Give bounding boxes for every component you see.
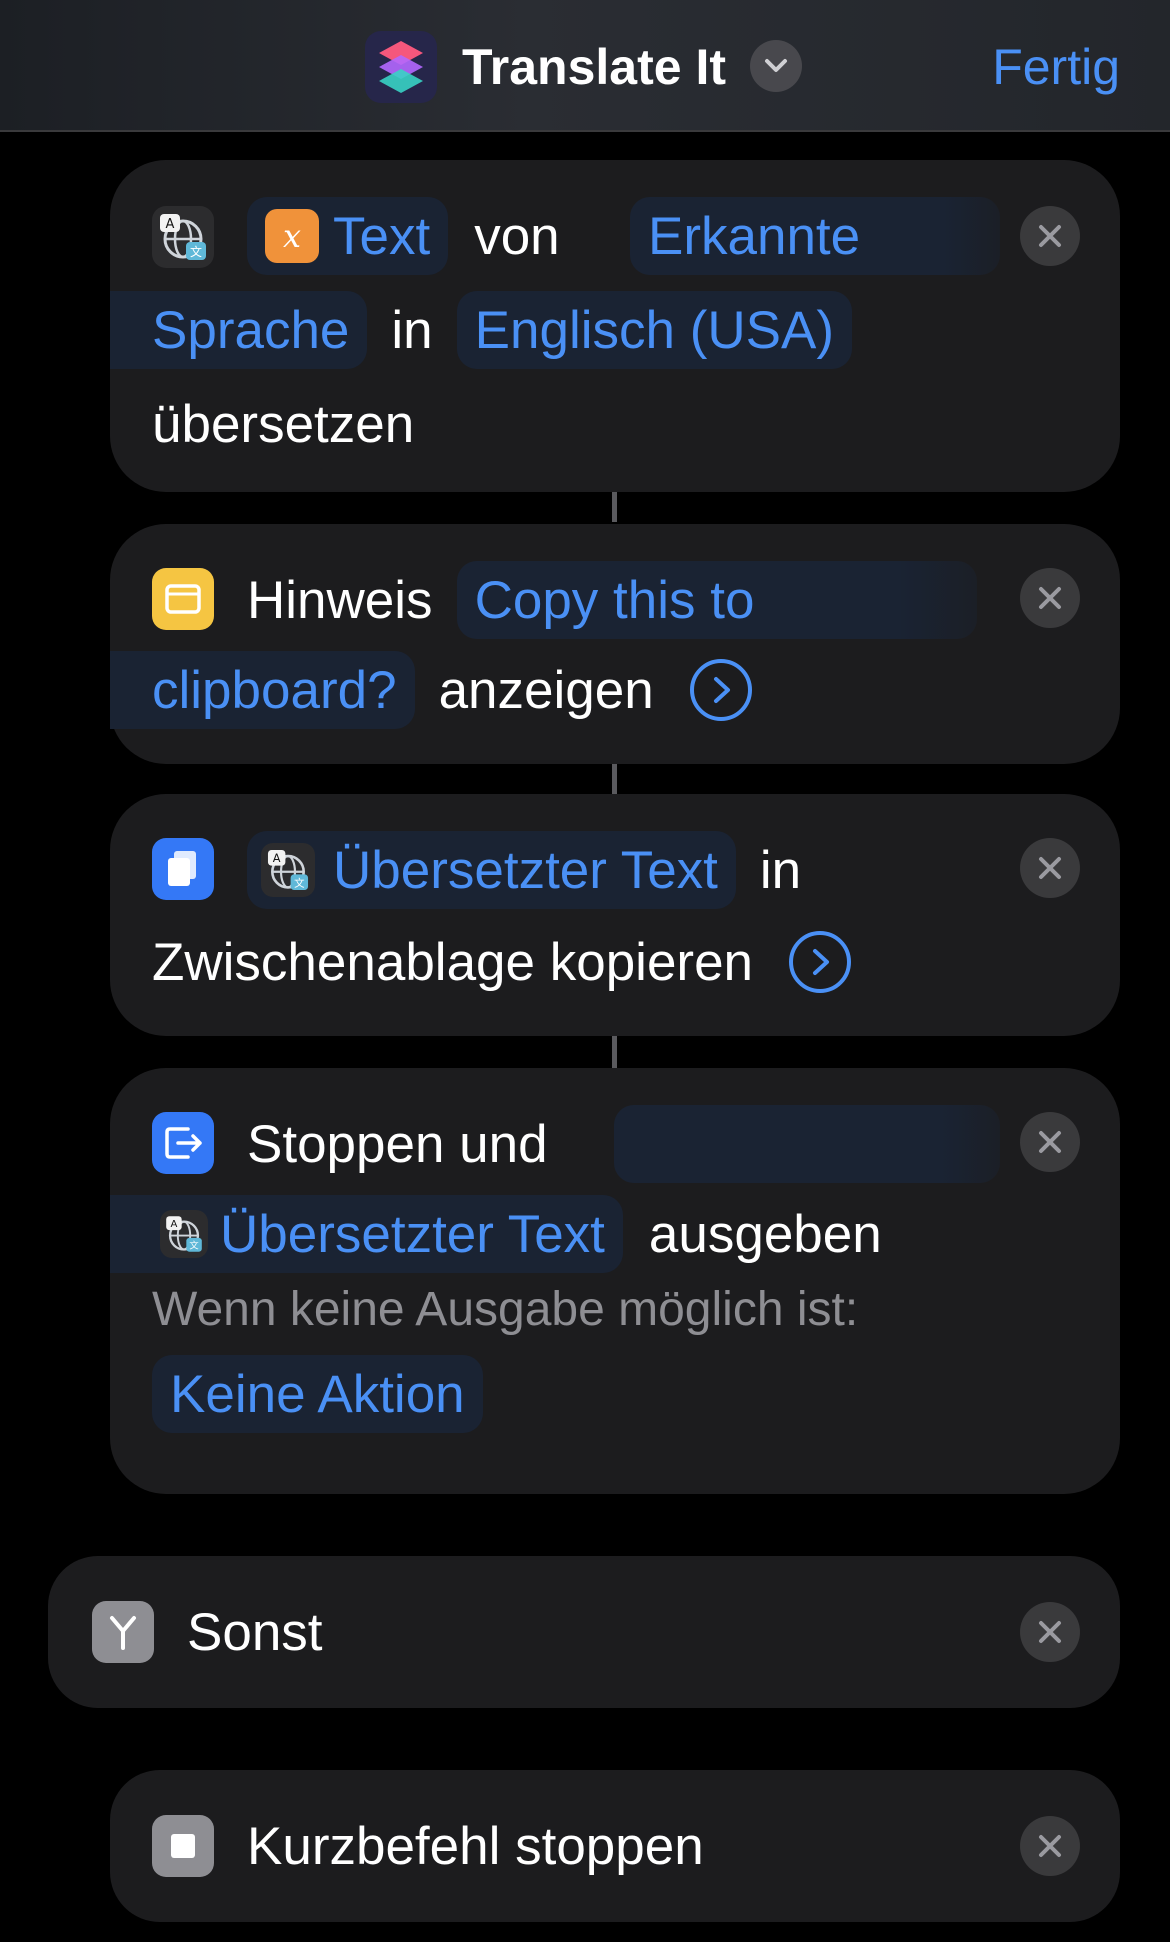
alert-icon <box>152 568 214 630</box>
output-label: ausgeben <box>648 1204 882 1264</box>
action-stop-and-output[interactable]: Stoppen und A 文 Übersetzter Text ausgebe… <box>110 1068 1120 1494</box>
svg-text:文: 文 <box>190 244 202 259</box>
expand-chevron-button[interactable] <box>789 931 852 993</box>
translated-text-token[interactable]: A 文 Übersetzter Text <box>247 831 736 909</box>
target-language-label: Englisch (USA) <box>474 300 835 360</box>
input-text-token[interactable]: x Text <box>247 197 449 275</box>
remove-action-button[interactable] <box>1020 1816 1080 1876</box>
hint-label: Hinweis <box>247 570 433 630</box>
alert-message-label-cont: clipboard? <box>152 660 397 720</box>
copy-to-clipboard-label: Zwischenablage kopieren <box>152 932 754 992</box>
source-language-token[interactable]: Erkannte <box>630 197 1000 275</box>
otherwise-block[interactable]: Sonst <box>48 1556 1120 1708</box>
fallback-action-label: Keine Aktion <box>170 1364 465 1424</box>
remove-action-button[interactable] <box>1020 838 1080 898</box>
action-translate-text[interactable]: A 文 x Text von Erkannte Sprache in Engli… <box>110 160 1120 492</box>
otherwise-label: Sonst <box>187 1602 323 1662</box>
svg-text:A: A <box>166 217 175 232</box>
alert-message-token-cont[interactable]: clipboard? <box>110 651 415 729</box>
in-label: in <box>391 300 433 360</box>
branch-icon <box>92 1601 154 1663</box>
variable-icon: x <box>265 209 319 263</box>
in-label: in <box>759 840 802 900</box>
connector-line <box>612 492 617 522</box>
translate-icon: A 文 <box>261 843 315 897</box>
alert-message-label: Copy this to <box>474 570 755 630</box>
output-icon <box>152 1112 214 1174</box>
clipboard-icon <box>152 838 214 900</box>
stop-icon <box>152 1815 214 1877</box>
fallback-label: Wenn keine Ausgabe möglich ist: <box>152 1282 859 1336</box>
stop-shortcut-label: Kurzbefehl stoppen <box>247 1816 704 1876</box>
chevron-down-icon[interactable] <box>750 40 802 92</box>
action-copy-to-clipboard[interactable]: A 文 Übersetzter Text in Zwischenablage k… <box>110 794 1120 1036</box>
show-label: anzeigen <box>438 660 654 720</box>
stop-and-label: Stoppen und <box>247 1114 548 1174</box>
source-language-token-cont[interactable]: Sprache <box>110 291 368 369</box>
done-button[interactable]: Fertig <box>992 38 1120 96</box>
svg-text:A: A <box>273 851 281 865</box>
target-language-token[interactable]: Englisch (USA) <box>456 291 853 369</box>
translated-text-label: Übersetzter Text <box>333 840 718 900</box>
remove-action-button[interactable] <box>1020 1602 1080 1662</box>
fallback-action-token[interactable]: Keine Aktion <box>152 1355 483 1433</box>
svg-text:文: 文 <box>189 1240 198 1252</box>
source-language-label-cont: Sprache <box>152 300 350 360</box>
remove-action-button[interactable] <box>1020 568 1080 628</box>
translate-icon: A 文 <box>152 206 214 268</box>
output-translated-label: Übersetzter Text <box>220 1204 605 1264</box>
von-label: von <box>474 206 560 266</box>
input-text-label: Text <box>333 206 431 266</box>
translate-icon: A 文 <box>160 1210 208 1258</box>
svg-text:x: x <box>283 217 301 255</box>
svg-text:A: A <box>170 1219 177 1230</box>
expand-chevron-button[interactable] <box>689 659 752 721</box>
remove-action-button[interactable] <box>1020 1112 1080 1172</box>
source-language-label: Erkannte <box>648 206 861 266</box>
remove-action-button[interactable] <box>1020 206 1080 266</box>
action-show-alert[interactable]: Hinweis Copy this to clipboard? anzeigen <box>110 524 1120 764</box>
top-bar: Translate It Fertig <box>0 0 1170 132</box>
connector-line <box>612 764 617 794</box>
svg-text:文: 文 <box>294 877 305 890</box>
connector-line <box>612 1036 617 1068</box>
action-stop-shortcut[interactable]: Kurzbefehl stoppen <box>110 1770 1120 1922</box>
translate-label: übersetzen <box>152 394 415 454</box>
shortcut-title[interactable]: Translate It <box>462 38 726 96</box>
alert-message-token[interactable]: Copy this to <box>456 561 977 639</box>
output-translated-token[interactable]: A 文 Übersetzter Text <box>110 1195 623 1273</box>
output-value-token[interactable] <box>614 1105 1000 1183</box>
shortcuts-app-icon <box>365 31 437 103</box>
